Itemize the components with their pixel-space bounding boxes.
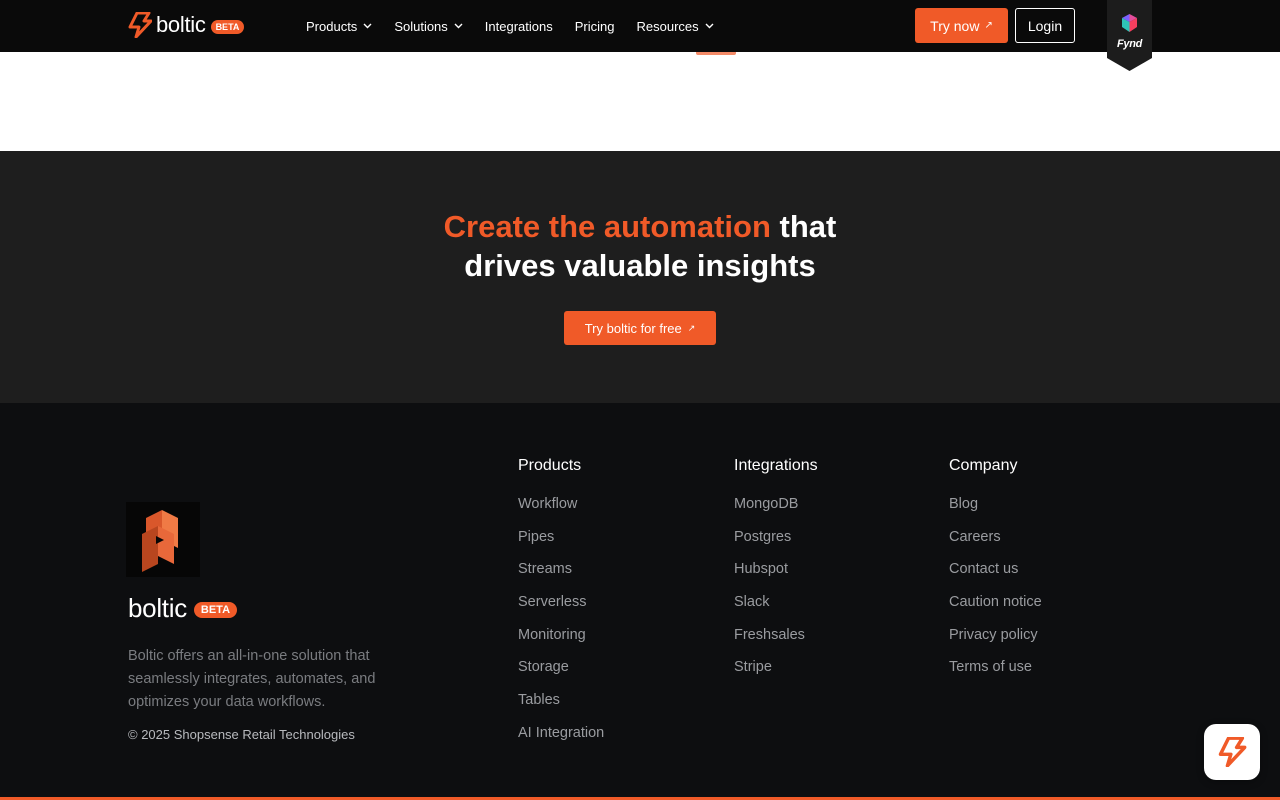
footer-column-title: Integrations: [734, 457, 818, 474]
nav-products[interactable]: Products: [295, 19, 383, 34]
footer-link-serverless[interactable]: Serverless: [518, 592, 604, 625]
footer-column-integrations: Integrations MongoDB Postgres Hubspot Sl…: [734, 456, 818, 690]
footer-link-monitoring[interactable]: Monitoring: [518, 625, 604, 658]
nav-resources[interactable]: Resources: [625, 19, 724, 34]
fynd-badge[interactable]: [1107, 0, 1152, 71]
site-footer: boltic BETA Boltic offers an all-in-one …: [0, 403, 1280, 800]
footer-column-title: Products: [518, 457, 582, 474]
fynd-label: Fynd: [1116, 38, 1143, 50]
bolt-icon: [128, 12, 152, 38]
footer-link-postgres[interactable]: Postgres: [734, 527, 818, 560]
footer-link-mongodb[interactable]: MongoDB: [734, 494, 818, 527]
nav-solutions[interactable]: Solutions: [383, 19, 473, 34]
brand-logo[interactable]: boltic BETA: [128, 12, 245, 38]
login-label: Login: [1027, 17, 1063, 34]
footer-link-terms-of-use[interactable]: Terms of use: [949, 657, 1042, 690]
footer-link-storage[interactable]: Storage: [518, 657, 604, 690]
footer-link-tables[interactable]: Tables: [518, 690, 604, 723]
top-navbar: boltic BETA Products Solutions Integrati…: [0, 0, 1280, 52]
footer-link-blog[interactable]: Blog: [949, 494, 1042, 527]
chevron-down-icon: [705, 23, 714, 29]
login-button[interactable]: Login: [1015, 8, 1075, 43]
cta-title: Create the automation that drives valuab…: [0, 207, 1280, 285]
nav-solutions-label: Solutions: [394, 18, 448, 34]
footer-beta-badge: BETA: [193, 602, 238, 618]
try-free-label: Try boltic for free: [584, 320, 682, 336]
previous-section: [0, 52, 1280, 151]
cta-title-line-2: drives valuable insights: [464, 248, 816, 283]
try-now-label: Try now: [930, 17, 980, 34]
nav-integrations-label: Integrations: [484, 18, 553, 34]
chevron-down-icon: [454, 23, 463, 29]
cta-section: Create the automation that drives valuab…: [0, 151, 1280, 403]
main-nav: Products Solutions Integrations Pricing …: [295, 0, 725, 52]
footer-link-freshsales[interactable]: Freshsales: [734, 625, 818, 658]
section-peek-accent: [696, 52, 736, 55]
nav-products-label: Products: [306, 18, 358, 34]
nav-resources-label: Resources: [636, 18, 699, 34]
boltic-3d-logo: [126, 502, 200, 577]
footer-link-slack[interactable]: Slack: [734, 592, 818, 625]
cta-title-rest: that: [770, 209, 837, 244]
footer-link-workflow[interactable]: Workflow: [518, 494, 604, 527]
footer-link-caution-notice[interactable]: Caution notice: [949, 592, 1042, 625]
footer-column-company: Company Blog Careers Contact us Caution …: [949, 456, 1042, 690]
beta-badge: BETA: [210, 19, 245, 34]
footer-brand-name: boltic: [128, 593, 187, 623]
try-free-button[interactable]: Try boltic for free ↗: [564, 311, 716, 345]
copyright: © 2025 Shopsense Retail Technologies: [128, 727, 355, 742]
footer-link-hubspot[interactable]: Hubspot: [734, 559, 818, 592]
footer-column-products: Products Workflow Pipes Streams Serverle…: [518, 456, 604, 756]
bolt-chat-icon: [1218, 737, 1247, 767]
footer-link-contact-us[interactable]: Contact us: [949, 559, 1042, 592]
chat-widget-button[interactable]: [1204, 724, 1260, 780]
footer-link-ai-integration[interactable]: AI Integration: [518, 723, 604, 756]
arrow-up-right-icon: ↗: [687, 322, 696, 333]
brand-name: boltic: [156, 12, 206, 37]
footer-link-privacy-policy[interactable]: Privacy policy: [949, 625, 1042, 658]
footer-link-pipes[interactable]: Pipes: [518, 527, 604, 560]
footer-link-careers[interactable]: Careers: [949, 527, 1042, 560]
footer-link-stripe[interactable]: Stripe: [734, 657, 818, 690]
chevron-down-icon: [363, 23, 372, 29]
footer-column-title: Company: [949, 457, 1018, 474]
try-now-button[interactable]: Try now ↗: [915, 8, 1008, 43]
nav-pricing[interactable]: Pricing: [564, 19, 626, 34]
footer-brand: boltic BETA: [128, 593, 238, 623]
nav-pricing-label: Pricing: [574, 18, 615, 34]
cta-title-accent: Create the automation: [443, 209, 771, 244]
nav-integrations[interactable]: Integrations: [474, 19, 564, 34]
footer-link-streams[interactable]: Streams: [518, 559, 604, 592]
arrow-up-right-icon: ↗: [984, 20, 993, 31]
footer-description: Boltic offers an all-in-one solution tha…: [128, 648, 376, 710]
